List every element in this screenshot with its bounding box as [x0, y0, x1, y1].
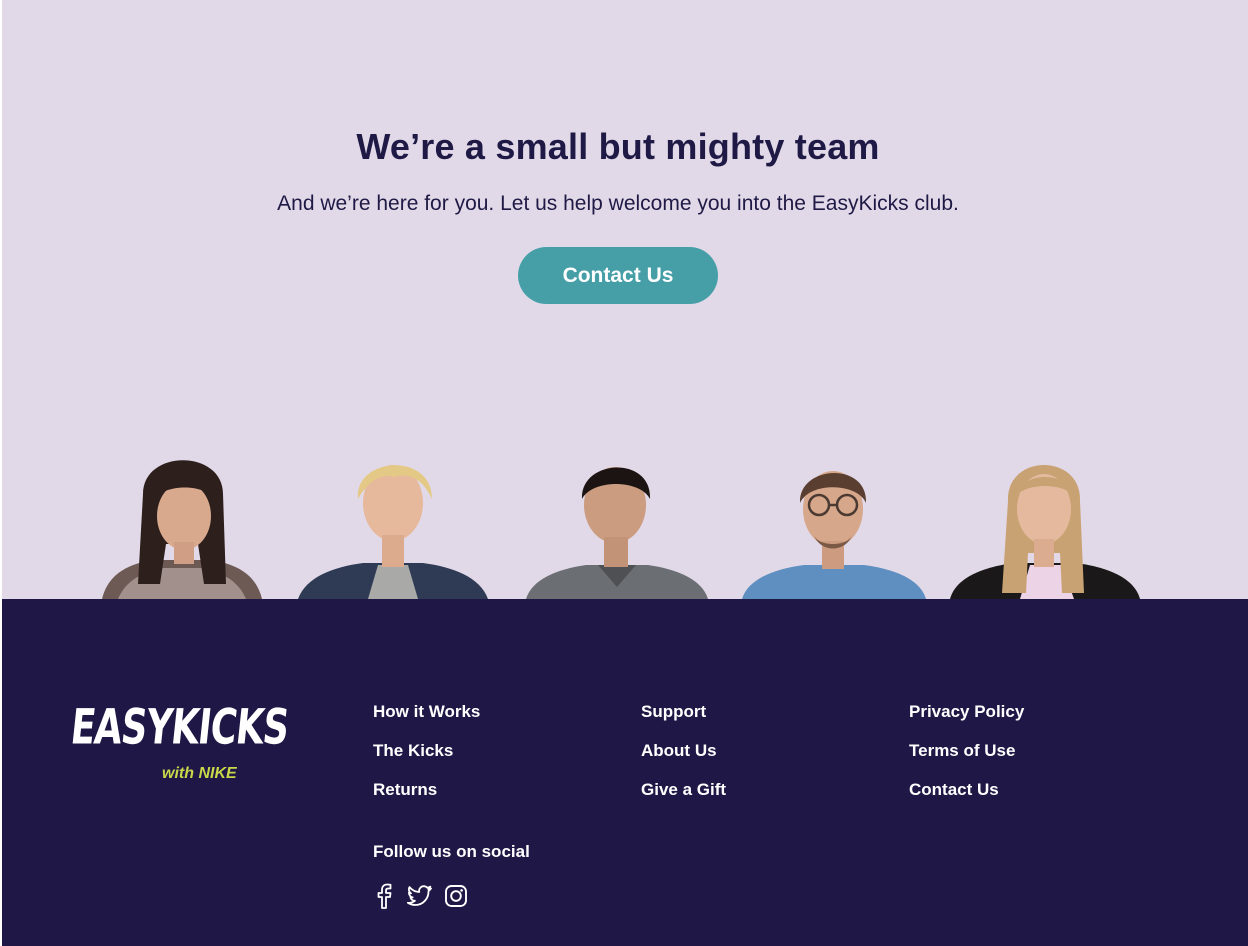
- footer-link-give-a-gift[interactable]: Give a Gift: [641, 778, 726, 817]
- easykicks-logo[interactable]: EASYKICKS with NIKE: [68, 699, 291, 794]
- footer-link-returns[interactable]: Returns: [373, 778, 480, 817]
- footer-column-3: Privacy Policy Terms of Use Contact Us: [909, 700, 1024, 817]
- team-member-photo-5: [950, 443, 1140, 599]
- social-heading: Follow us on social: [373, 842, 530, 861]
- team-member-photo-1: [98, 434, 266, 599]
- team-member-photo-2: [298, 437, 488, 599]
- hero-subtitle: And we’re here for you. Let us help welc…: [277, 192, 959, 215]
- contact-us-button[interactable]: Contact Us: [518, 247, 718, 304]
- team-member-photo-4: [742, 443, 926, 599]
- hero-title: We’re a small but mighty team: [356, 126, 880, 167]
- footer-column-1: How it Works The Kicks Returns: [373, 700, 480, 817]
- social-icons: [371, 882, 469, 910]
- footer-link-terms-of-use[interactable]: Terms of Use: [909, 739, 1024, 778]
- logo-brand-text: EASYKICKS: [68, 700, 291, 756]
- twitter-icon[interactable]: [407, 882, 433, 910]
- footer-column-2: Support About Us Give a Gift: [641, 700, 726, 817]
- instagram-icon[interactable]: [443, 882, 469, 910]
- site-footer: EASYKICKS with NIKE How it Works The Kic…: [2, 599, 1248, 946]
- logo-tagline: with NIKE: [162, 765, 237, 782]
- page: We’re a small but mighty team And we’re …: [0, 0, 1248, 946]
- footer-link-how-it-works[interactable]: How it Works: [373, 700, 480, 739]
- hero-section: We’re a small but mighty team And we’re …: [2, 0, 1248, 599]
- footer-link-contact-us[interactable]: Contact Us: [909, 778, 1024, 817]
- team-member-photo-3: [526, 441, 708, 599]
- footer-link-the-kicks[interactable]: The Kicks: [373, 739, 480, 778]
- footer-link-support[interactable]: Support: [641, 700, 726, 739]
- facebook-icon[interactable]: [371, 882, 397, 910]
- footer-link-about-us[interactable]: About Us: [641, 739, 726, 778]
- footer-link-privacy-policy[interactable]: Privacy Policy: [909, 700, 1024, 739]
- team-photos: [2, 420, 1248, 599]
